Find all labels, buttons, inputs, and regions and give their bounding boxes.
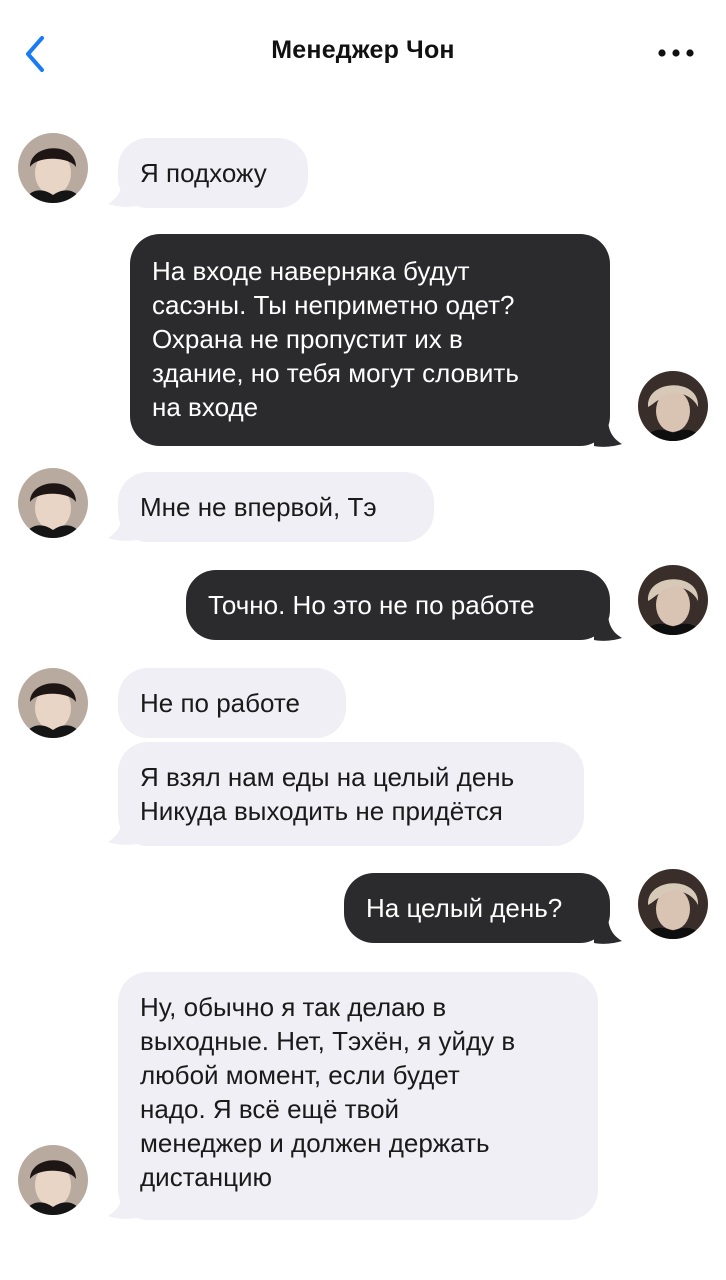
message-bubble-incoming[interactable]: Я подхожу — [118, 138, 308, 208]
message-bubble-outgoing[interactable]: Точно. Но это не по работе — [186, 570, 610, 640]
message-bubble-incoming[interactable]: Не по работе — [118, 668, 346, 738]
message-bubble-outgoing[interactable]: На входе наверняка будут сасэны. Ты непр… — [130, 234, 610, 446]
user-avatar[interactable] — [638, 869, 708, 939]
contact-avatar[interactable] — [18, 668, 88, 738]
user-avatar[interactable] — [638, 565, 708, 635]
chat-header: Менеджер Чон — [0, 0, 726, 110]
contact-avatar[interactable] — [18, 133, 88, 203]
message-bubble-outgoing[interactable]: На целый день? — [344, 873, 610, 943]
chat-title[interactable]: Менеджер Чон — [0, 36, 726, 65]
message-bubble-incoming[interactable]: Я взял нам еды на целый день Никуда выхо… — [118, 742, 584, 846]
user-avatar[interactable] — [638, 371, 708, 441]
contact-avatar[interactable] — [18, 1145, 88, 1215]
more-horizontal-icon — [658, 49, 694, 57]
message-bubble-incoming[interactable]: Ну, обычно я так делаю в выходные. Нет, … — [118, 972, 598, 1220]
message-bubble-incoming[interactable]: Мне не впервой, Тэ — [118, 472, 434, 542]
more-button[interactable] — [656, 42, 696, 64]
contact-avatar[interactable] — [18, 468, 88, 538]
